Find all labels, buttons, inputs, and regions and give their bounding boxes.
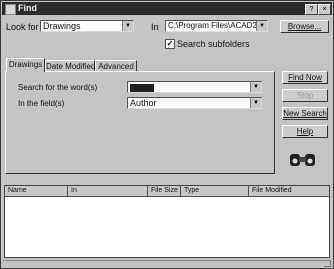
search-subfolders-label: Search subfolders xyxy=(177,39,250,49)
look-for-label: Look for xyxy=(6,22,39,32)
chevron-down-icon[interactable]: ▼ xyxy=(122,21,133,31)
help-button[interactable]: Help xyxy=(282,125,328,138)
drawings-tab-panel: Search for the word(s) ▼ In the field(s)… xyxy=(5,71,275,174)
in-fields-value: Author xyxy=(130,98,157,108)
in-fields-label: In the field(s) xyxy=(18,99,65,108)
in-value: C:\Program Files\ACAD2000 xyxy=(168,21,268,30)
find-icon xyxy=(5,4,16,15)
look-for-value: Drawings xyxy=(43,21,81,31)
in-fields-select[interactable]: Author ▼ xyxy=(127,97,262,109)
column-header-file-modified[interactable]: File Modified xyxy=(249,186,329,197)
chevron-down-icon[interactable]: ▼ xyxy=(250,82,261,92)
binoculars-icon xyxy=(290,154,315,166)
find-dialog: Find ? × Look for Drawings ▼ In C:\Progr… xyxy=(0,0,334,269)
find-now-button[interactable]: Find Now xyxy=(282,71,328,84)
column-header-file-size[interactable]: File Size xyxy=(148,186,181,197)
in-select[interactable]: C:\Program Files\ACAD2000 ▼ xyxy=(165,20,268,32)
help-icon[interactable]: ? xyxy=(305,4,318,15)
resize-grip[interactable] xyxy=(324,260,331,267)
status-bar xyxy=(3,260,331,268)
stop-button[interactable]: Stop xyxy=(282,89,328,102)
in-label: In xyxy=(151,22,159,32)
search-words-input[interactable]: ▼ xyxy=(127,81,262,93)
results-list[interactable]: Name In File Size Type File Modified xyxy=(4,185,330,258)
chevron-down-icon[interactable]: ▼ xyxy=(256,21,267,31)
window-title: Find xyxy=(18,3,37,13)
search-words-label: Search for the word(s) xyxy=(18,83,98,92)
look-for-select[interactable]: Drawings ▼ xyxy=(40,20,134,32)
tab-drawings[interactable]: Drawings xyxy=(6,58,45,72)
search-subfolders-checkbox[interactable]: ✓ xyxy=(165,39,175,49)
new-search-button[interactable]: New Search xyxy=(282,107,328,120)
text-cursor-highlight xyxy=(130,83,154,92)
column-header-in[interactable]: In xyxy=(68,186,148,197)
title-bar: Find ? × xyxy=(2,2,332,15)
chevron-down-icon[interactable]: ▼ xyxy=(250,98,261,108)
column-header-type[interactable]: Type xyxy=(181,186,249,197)
close-icon[interactable]: × xyxy=(318,4,331,15)
browse-button[interactable]: Browse... xyxy=(280,20,329,33)
column-header-name[interactable]: Name xyxy=(5,186,68,197)
